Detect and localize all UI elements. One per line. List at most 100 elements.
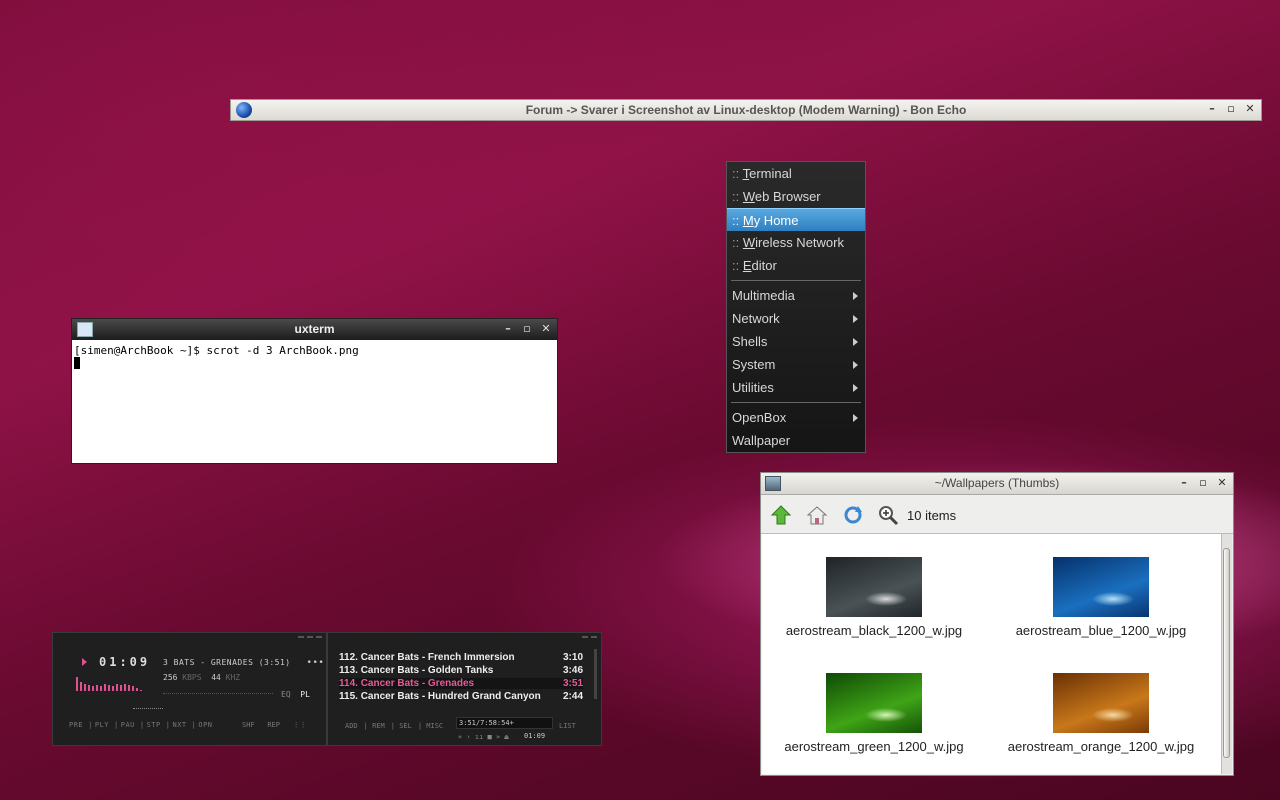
file-item[interactable]: aerostream_green_1200_w.jpg bbox=[764, 673, 984, 754]
uxterm-title: uxterm bbox=[294, 322, 335, 336]
scrollbar[interactable] bbox=[1221, 534, 1232, 774]
menu-item-system[interactable]: System bbox=[727, 353, 865, 376]
playlist-time-info: 3:51/7:58:54+ bbox=[456, 717, 553, 729]
minimize-button[interactable]: – bbox=[1207, 102, 1217, 116]
uxterm-window: uxterm – ▫ ✕ [simen@ArchBook ~]$ scrot -… bbox=[71, 318, 558, 464]
scrollbar-thumb[interactable] bbox=[1223, 548, 1230, 758]
file-manager-title: ~/Wallpapers (Thumbs) bbox=[934, 476, 1060, 490]
playlist-scrollbar[interactable] bbox=[594, 649, 597, 699]
menu-item-editor[interactable]: :: Editor bbox=[727, 254, 865, 277]
shuffle-button[interactable]: SHF bbox=[242, 721, 255, 729]
wallpaper-thumbnail bbox=[1053, 673, 1149, 733]
menu-item-multimedia[interactable]: Multimedia bbox=[727, 284, 865, 307]
submenu-arrow-icon bbox=[853, 315, 858, 323]
menu-item-wallpaper[interactable]: Wallpaper bbox=[727, 429, 865, 452]
menu-item-terminal[interactable]: :: Terminal bbox=[727, 162, 865, 185]
playlist-row[interactable]: 112. Cancer Bats - French Immersion 3:10 bbox=[339, 652, 583, 663]
file-name: aerostream_green_1200_w.jpg bbox=[784, 739, 964, 754]
browser-window-titlebar[interactable]: Forum -> Svarer i Screenshot av Linux-de… bbox=[230, 99, 1262, 121]
minimize-button[interactable]: – bbox=[1179, 476, 1189, 490]
maximize-button[interactable]: ▫ bbox=[522, 322, 532, 336]
menu-separator bbox=[731, 402, 861, 403]
playlist-buttons: ADD | REM | SEL | MISC bbox=[345, 722, 444, 730]
window-controls[interactable] bbox=[298, 636, 322, 638]
play-indicator-icon bbox=[82, 658, 87, 666]
list-button[interactable]: LIST bbox=[559, 722, 576, 730]
pause-button[interactable]: PAU bbox=[121, 721, 135, 729]
file-name: aerostream_blue_1200_w.jpg bbox=[1015, 623, 1187, 638]
file-view: aerostream_black_1200_w.jpg aerostream_b… bbox=[762, 534, 1221, 774]
file-name: aerostream_orange_1200_w.jpg bbox=[1007, 739, 1195, 754]
next-button[interactable]: NXT bbox=[173, 721, 187, 729]
seek-position[interactable] bbox=[133, 708, 163, 709]
close-button[interactable]: ✕ bbox=[1217, 476, 1227, 490]
play-button[interactable]: PLY bbox=[95, 721, 109, 729]
file-manager-titlebar[interactable]: ~/Wallpapers (Thumbs) – ▫ ✕ bbox=[761, 473, 1233, 495]
eq-toggle[interactable]: EQ bbox=[281, 690, 291, 699]
uxterm-titlebar[interactable]: uxterm – ▫ ✕ bbox=[72, 319, 557, 340]
file-manager-window: ~/Wallpapers (Thumbs) – ▫ ✕ 10 items aer… bbox=[760, 472, 1234, 776]
bitrate-info: 256 KBPS 44 KHZ bbox=[163, 673, 241, 682]
stop-button[interactable]: STP bbox=[147, 721, 161, 729]
terminal-output[interactable]: [simen@ArchBook ~]$ scrot -d 3 ArchBook.… bbox=[74, 344, 555, 370]
remove-button[interactable]: REM bbox=[372, 722, 385, 730]
mini-playback-controls[interactable]: « › ıı ■ » ⏏ bbox=[458, 733, 509, 741]
wallpaper-thumbnail bbox=[1053, 557, 1149, 617]
menu-dots[interactable]: ••• bbox=[307, 658, 325, 668]
menu-item-web-browser[interactable]: :: Web Browser bbox=[727, 185, 865, 208]
playlist-elapsed-time: 01:09 bbox=[524, 732, 546, 740]
track-marquee: 3 BATS - GRENADES (3:51) ••• bbox=[163, 658, 324, 668]
menu-item-openbox[interactable]: OpenBox bbox=[727, 406, 865, 429]
wallpaper-thumbnail bbox=[826, 673, 922, 733]
menu-item-shells[interactable]: Shells bbox=[727, 330, 865, 353]
menu-separator bbox=[731, 280, 861, 281]
menu-item-my-home[interactable]: :: My Home bbox=[727, 208, 865, 231]
submenu-arrow-icon bbox=[853, 414, 858, 422]
minimize-button[interactable]: – bbox=[503, 322, 513, 336]
audio-player-playlist: 112. Cancer Bats - French Immersion 3:10 … bbox=[327, 632, 602, 746]
repeat-button[interactable]: REP bbox=[267, 721, 280, 729]
refresh-icon[interactable] bbox=[842, 504, 864, 526]
playlist-row[interactable]: 113. Cancer Bats - Golden Tanks 3:46 bbox=[339, 665, 583, 676]
eq-pl-toggles: EQ PL bbox=[281, 690, 310, 699]
file-manager-toolbar: 10 items bbox=[761, 495, 1233, 534]
maximize-button[interactable]: ▫ bbox=[1226, 102, 1236, 116]
playlist-row-current[interactable]: 114. Cancer Bats - Grenades 3:51 bbox=[339, 678, 583, 689]
wallpaper-thumbnail bbox=[826, 557, 922, 617]
playlist-row[interactable]: 115. Cancer Bats - Hundred Grand Canyon 2… bbox=[339, 691, 583, 702]
submenu-arrow-icon bbox=[853, 292, 858, 300]
file-name: aerostream_black_1200_w.jpg bbox=[785, 623, 963, 638]
file-item[interactable]: aerostream_blue_1200_w.jpg bbox=[991, 557, 1211, 638]
zoom-icon[interactable] bbox=[877, 504, 899, 526]
track-title: 3 BATS - GRENADES (3:51) bbox=[163, 658, 291, 667]
openbox-root-menu: :: Terminal :: Web Browser :: My Home ::… bbox=[726, 161, 866, 453]
submenu-arrow-icon bbox=[853, 361, 858, 369]
spectrum-visualizer bbox=[76, 677, 142, 691]
up-arrow-icon[interactable] bbox=[770, 504, 792, 526]
file-item[interactable]: aerostream_black_1200_w.jpg bbox=[764, 557, 984, 638]
menu-item-network[interactable]: Network bbox=[727, 307, 865, 330]
window-controls[interactable] bbox=[582, 636, 597, 638]
menu-item-wireless-network[interactable]: :: Wireless Network bbox=[727, 231, 865, 254]
submenu-arrow-icon bbox=[853, 338, 858, 346]
misc-button[interactable]: MISC bbox=[426, 722, 443, 730]
maximize-button[interactable]: ▫ bbox=[1198, 476, 1208, 490]
close-button[interactable]: ✕ bbox=[541, 322, 551, 336]
menu-item-utilities[interactable]: Utilities bbox=[727, 376, 865, 399]
elapsed-time[interactable]: 01:09 bbox=[99, 655, 150, 669]
file-item[interactable]: aerostream_orange_1200_w.jpg bbox=[991, 673, 1211, 754]
submenu-arrow-icon bbox=[853, 384, 858, 392]
prev-button[interactable]: PRE bbox=[69, 721, 83, 729]
playback-controls: PRE | PLY | PAU | STP | NXT | OPN bbox=[69, 721, 213, 729]
pl-toggle[interactable]: PL bbox=[300, 690, 310, 699]
open-button[interactable]: OPN bbox=[198, 721, 212, 729]
audio-player-main: 01:09 3 BATS - GRENADES (3:51) ••• 256 K… bbox=[52, 632, 327, 746]
select-button[interactable]: SEL bbox=[399, 722, 412, 730]
terminal-command-line: [simen@ArchBook ~]$ scrot -d 3 ArchBook.… bbox=[74, 344, 359, 357]
grip-icon: ⋮⋮ bbox=[292, 721, 307, 729]
close-button[interactable]: ✕ bbox=[1245, 102, 1255, 116]
items-count: 10 items bbox=[907, 508, 957, 523]
home-icon[interactable] bbox=[806, 504, 828, 526]
volume-slider[interactable] bbox=[163, 693, 273, 694]
add-button[interactable]: ADD bbox=[345, 722, 358, 730]
